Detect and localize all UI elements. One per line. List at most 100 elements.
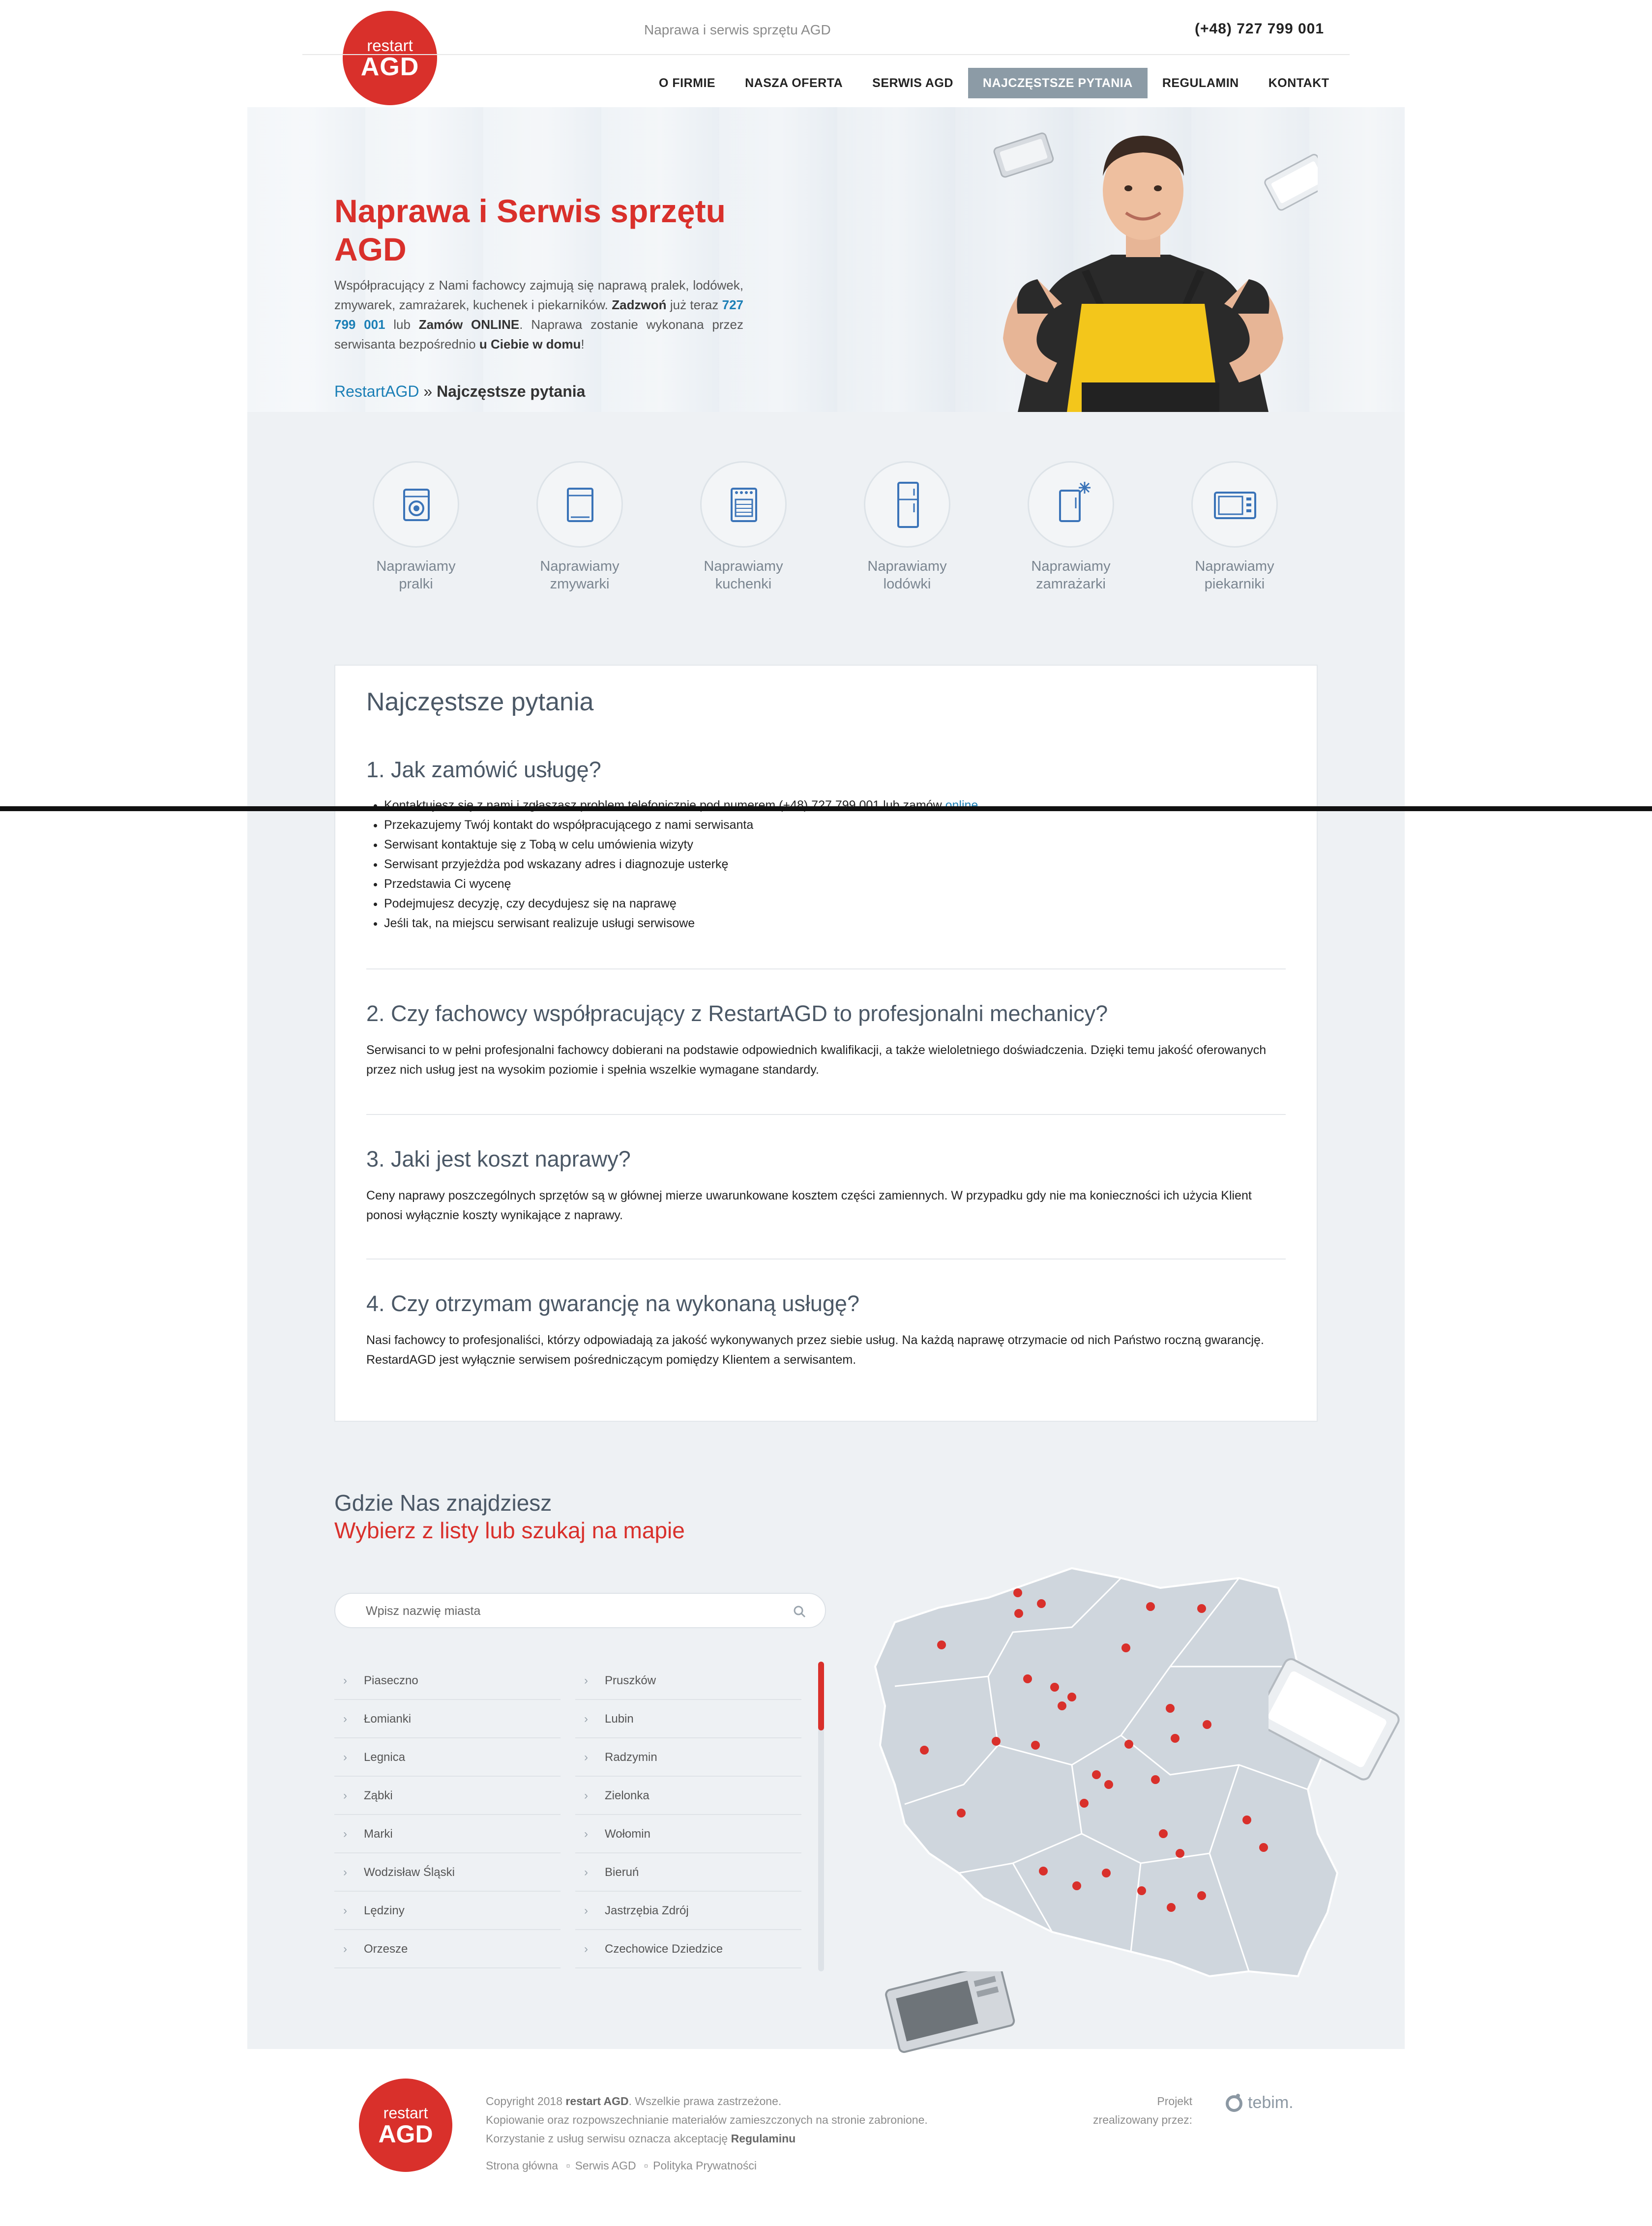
list-item: Podejmujesz decyzję, czy decydujesz się … [384,894,1286,913]
faq-question-4: 4. Czy otrzymam gwarancję na wykonaną us… [366,1291,859,1316]
list-item[interactable]: › Legnica [334,1738,560,1777]
chevron-right-icon: › [343,1942,347,1956]
nav-najczestsze-pytania[interactable]: NAJCZĘSTSZE PYTANIA [968,68,1148,98]
chevron-right-icon: › [343,1751,347,1764]
service-piekarniki[interactable]: Naprawiamy piekarniki [1185,461,1284,593]
dishwasher-icon [567,488,593,522]
nav-serwis-agd[interactable]: SERWIS AGD [857,68,968,98]
chevron-right-icon: › [584,1751,588,1764]
main-nav: O FIRMIE NASZA OFERTA SERWIS AGD NAJCZĘS… [644,68,1344,98]
faq-question-2: 2. Czy fachowcy współpracujący z Restart… [366,1001,1108,1026]
breadcrumb-home[interactable]: RestartAGD [334,382,419,400]
list-item[interactable]: › Lubin [575,1700,801,1738]
chevron-right-icon: › [343,1674,347,1687]
list-item[interactable]: › Ząbki [334,1777,560,1815]
nav-kontakt[interactable]: KONTAKT [1254,68,1344,98]
map-title: Gdzie Nas znajdziesz [334,1490,552,1516]
footer-regulamin-link[interactable]: Regulaminu [731,2132,796,2145]
footer-links: Strona główna ▫ Serwis AGD ▫ Polityka Pryw… [486,2159,757,2172]
city-list-scroll-thumb[interactable] [818,1662,824,1730]
footer-copyright: Copyright 2018 restart AGD. Wszelkie pra… [486,2095,928,2145]
city-search-input[interactable] [365,1602,768,1620]
tebim-logo[interactable]: tebim. [1223,2092,1294,2113]
hero-title: Naprawa i Serwis sprzętu AGD [334,193,726,267]
city-search [334,1593,826,1628]
city-list-left: › Piaseczno › Łomianki › Legnica › Ząbki › Ma… [334,1662,560,1968]
list-item: Serwisant przyjeżdża pod wskazany adres … [384,854,1286,874]
nav-regulamin[interactable]: REGULAMIN [1148,68,1254,98]
list-item[interactable]: › Jastrzębia Zdrój [575,1892,801,1930]
faq-answer-1-steps: Kontaktujesz się z nami i zgłaszasz prob… [366,795,1286,933]
list-item[interactable]: › Lędziny [334,1892,560,1930]
list-item: Kontaktujesz się z nami i zgłaszasz prob… [384,795,1286,815]
service-zmywarki[interactable]: Naprawiamy zmywarki [531,461,629,593]
list-item[interactable]: › Bieruń [575,1853,801,1892]
nav-o-firmie[interactable]: O FIRMIE [644,68,730,98]
chevron-right-icon: › [584,1904,588,1917]
chevron-right-icon: › [584,1866,588,1879]
nav-nasza-oferta[interactable]: NASZA OFERTA [730,68,857,98]
footer-logo[interactable]: restart AGD [359,2079,452,2172]
chevron-right-icon: › [584,1789,588,1802]
list-item: Przedstawia Ci wycenę [384,874,1286,894]
service-pralki[interactable]: Naprawiamy pralki [367,461,465,593]
footer-link-home[interactable]: Strona główna [486,2159,558,2172]
project-credit: Projekt zrealizowany przez: [1093,2095,1192,2126]
stove-icon [731,488,757,522]
faq-answer-3: Ceny naprawy poszczególnych sprzętów są … [366,1189,1252,1222]
footer-link-serwis[interactable]: Serwis AGD [575,2159,636,2172]
list-item[interactable]: › Piaseczno [334,1662,560,1700]
list-item: Przekazujemy Twój kontakt do współpracuj… [384,815,1286,835]
header-divider [302,54,1350,55]
breadcrumb: RestartAGD » Najczęstsze pytania [334,382,586,400]
oven-icon [1214,492,1256,519]
list-item[interactable]: › Zielonka [575,1777,801,1815]
faq-question-1: 1. Jak zamówić usługę? [366,757,601,782]
technician-illustration [993,132,1318,412]
tagline: Naprawa i serwis sprzętu AGD [644,22,831,37]
chevron-right-icon: › [343,1904,347,1917]
faq-answer-4: Nasi fachowcy to profesjonaliści, którzy… [366,1333,1264,1367]
list-item: Jeśli tak, na miejscu serwisant realizuj… [384,913,1286,933]
chevron-right-icon: › [343,1827,347,1841]
breadcrumb-current: Najczęstsze pytania [437,382,586,400]
chevron-right-icon: › [343,1789,347,1802]
logo[interactable]: restart AGD [343,11,437,105]
service-lodowki[interactable]: Naprawiamy lodówki [858,461,956,593]
order-online-link[interactable]: Zamów ONLINE [419,317,520,332]
chevron-right-icon: › [343,1712,347,1726]
washing-machine-icon [403,489,430,521]
list-item[interactable]: › Wodzisław Śląski [334,1853,560,1892]
list-item[interactable]: › Pruszków [575,1662,801,1700]
faq-question-3: 3. Jaki jest koszt naprawy? [366,1146,631,1172]
list-item[interactable]: › Orzesze [334,1930,560,1968]
tebim-icon [1226,2094,1242,2112]
screenshot-seam [0,806,1652,811]
footer-link-privacy[interactable]: Polityka Prywatności [653,2159,757,2172]
list-item[interactable]: › Marki [334,1815,560,1853]
city-list-right: › Pruszków › Lubin › Radzymin › Zielonka › Wo… [575,1662,801,1968]
microwave-decoration-icon [1268,1658,1400,1781]
list-item[interactable]: › Radzymin [575,1738,801,1777]
logo-bottom-text: AGD [360,53,419,81]
fridge-icon [897,482,919,528]
chevron-right-icon: › [584,1674,588,1687]
list-item[interactable]: › Czechowice Dziedzice [575,1930,801,1968]
list-item: Serwisant kontaktuje się z Tobą w celu u… [384,835,1286,854]
oven-decoration-icon [885,1971,1015,2053]
faq-divider [366,1114,1286,1115]
header-phone[interactable]: (+48) 727 799 001 [1195,21,1324,37]
chevron-right-icon: › [584,1712,588,1726]
service-zamrazarki[interactable]: Naprawiamy zamrażarki [1022,461,1120,593]
chevron-right-icon: › [343,1866,347,1879]
service-kuchenki[interactable]: Naprawiamy kuchenki [694,461,793,593]
search-icon[interactable] [793,1605,806,1618]
faq-answer-2: Serwisanci to w pełni profesjonalni fach… [366,1043,1267,1077]
chevron-right-icon: › [584,1942,588,1956]
hero-description: Współpracujący z Nami fachowcy zajmują s… [334,278,743,351]
chevron-right-icon: › [584,1827,588,1841]
poland-map[interactable] [865,1558,1455,2030]
list-item[interactable]: › Łomianki [334,1700,560,1738]
map-subtitle: Wybierz z listy lub szukaj na mapie [334,1518,685,1543]
list-item[interactable]: › Wołomin [575,1815,801,1853]
